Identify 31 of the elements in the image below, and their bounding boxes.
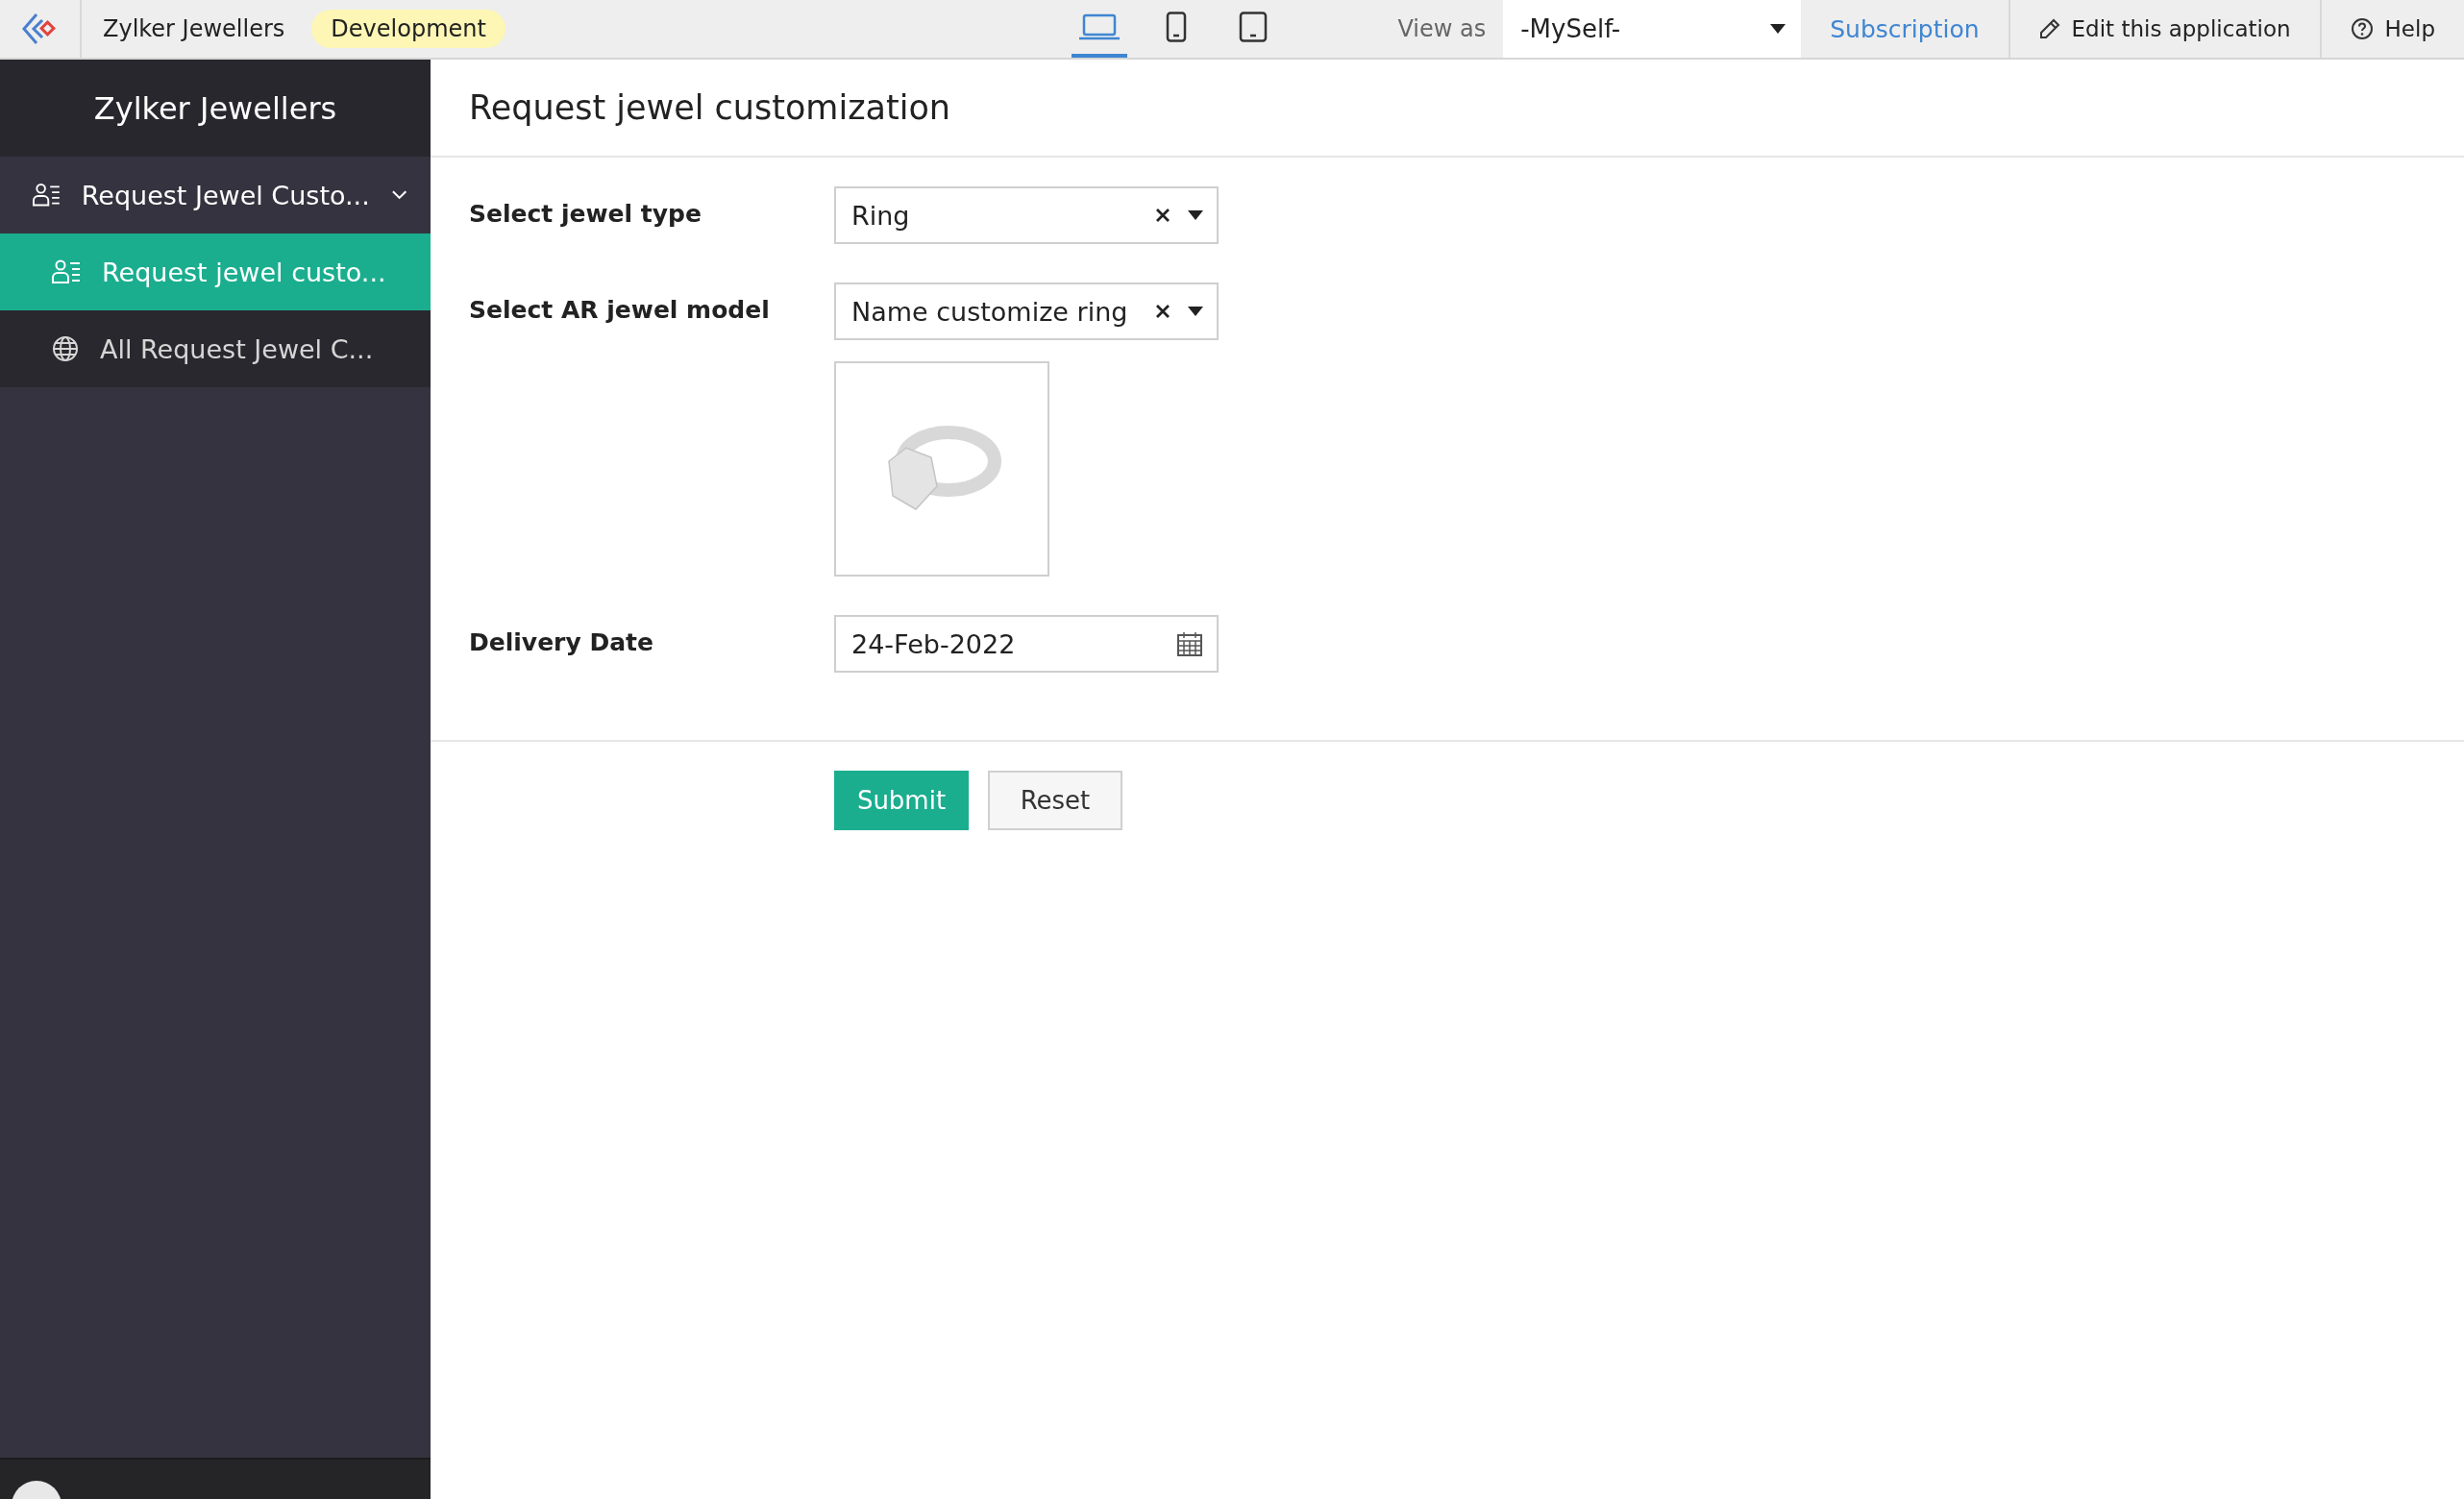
chevron-icon	[390, 189, 407, 201]
form-title: Request jewel customization	[431, 60, 2464, 158]
view-as-label: View as	[1397, 14, 1487, 44]
caret-icon	[1188, 210, 1203, 220]
caret-icon	[1770, 24, 1786, 34]
reset-button[interactable]: Reset	[988, 771, 1122, 830]
pencil-icon	[2038, 18, 2060, 39]
user-list-icon	[33, 183, 61, 208]
user-list-icon	[52, 259, 81, 284]
clear-icon[interactable]	[1155, 208, 1170, 223]
caret-icon	[1188, 307, 1203, 316]
calendar-icon[interactable]	[1176, 630, 1203, 657]
tablet-icon	[1239, 12, 1269, 42]
phone-icon	[1166, 12, 1188, 42]
field-label: Select jewel type	[469, 199, 702, 228]
app-name: Zylker Jewellers	[103, 14, 285, 44]
help-button[interactable]: Help	[2319, 0, 2464, 58]
edit-application-button[interactable]: Edit this application	[2008, 0, 2320, 58]
clear-icon[interactable]	[1155, 304, 1170, 319]
environment-badge: Development	[311, 10, 505, 48]
view-as-dropdown[interactable]: -MySelf-	[1503, 0, 1802, 58]
sidebar-title: Zylker Jewellers	[0, 60, 431, 157]
sidebar-item[interactable]: All Request Jewel C...	[0, 310, 431, 387]
field-label: Delivery Date	[469, 627, 654, 656]
field-label: Select AR jewel model	[469, 295, 771, 324]
laptop-icon	[1078, 13, 1121, 40]
select-field[interactable]: Ring	[834, 186, 1219, 244]
globe-icon	[52, 335, 79, 362]
select-field[interactable]: Name customize ring	[834, 283, 1219, 340]
help-icon	[2350, 17, 2374, 40]
date-field[interactable]: 24-Feb-2022	[834, 615, 1219, 673]
